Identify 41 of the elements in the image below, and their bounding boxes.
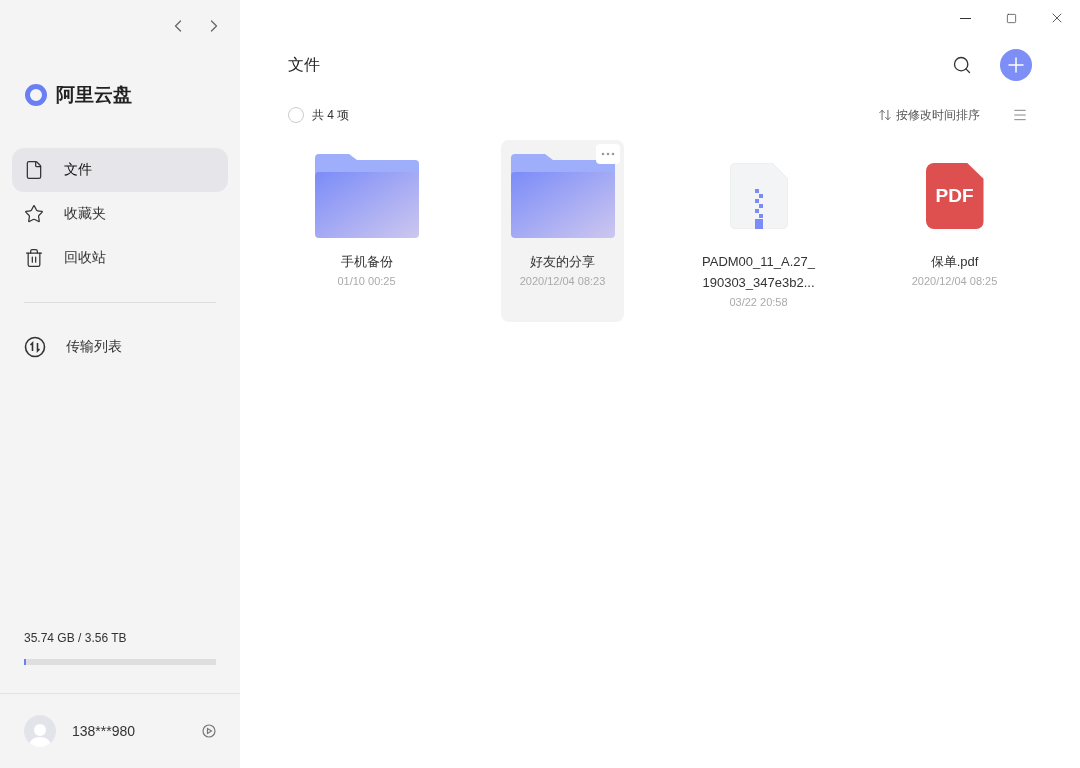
file-date: 2020/12/04 08:25 <box>911 274 998 289</box>
brand-name: 阿里云盘 <box>56 83 132 107</box>
play-circle-icon[interactable] <box>202 724 216 738</box>
file-date: 03/22 20:58 <box>729 295 788 310</box>
star-icon <box>24 203 44 224</box>
sidebar-item[interactable]: 回收站 <box>12 235 228 280</box>
page-title: 文件 <box>288 55 320 75</box>
file-date: 2020/12/04 08:23 <box>519 274 606 289</box>
folder-icon <box>510 154 615 238</box>
file-name: 保单.pdf <box>929 253 980 271</box>
file-item[interactable]: PDF 保单.pdf 2020/12/04 08:25 <box>893 140 1016 322</box>
file-name: PADM00_11_A.27_190303_347e3b2... <box>701 253 816 292</box>
storage-usage: 35.74 GB / 3.56 TB <box>24 630 128 647</box>
list-view-icon[interactable] <box>1012 107 1028 123</box>
item-count: 共 4 项 <box>312 107 350 124</box>
sort-button[interactable]: 按修改时间排序 <box>878 106 980 124</box>
sidebar-item[interactable]: 收藏夹 <box>12 191 228 236</box>
sidebar-item[interactable]: 传输列表 <box>12 324 228 369</box>
logo-icon <box>24 83 48 108</box>
file-date: 01/10 00:25 <box>337 274 396 289</box>
file-item[interactable]: PADM00_11_A.27_190303_347e3b2... 03/22 20:58 <box>697 140 820 322</box>
pdf-file-icon: PDF <box>925 163 984 229</box>
transfer-icon <box>24 335 46 358</box>
sort-icon <box>878 108 892 122</box>
file-name: 好友的分享 <box>529 253 596 271</box>
file-item[interactable]: 手机备份 01/10 00:25 <box>305 140 428 322</box>
maximize-icon <box>1005 12 1017 24</box>
search-icon[interactable] <box>952 55 972 75</box>
file-name: 手机备份 <box>339 253 394 271</box>
zip-file-icon <box>729 163 788 229</box>
person-silhouette-icon <box>29 721 51 747</box>
more-button[interactable] <box>596 144 620 164</box>
file-icon <box>24 159 44 180</box>
folder-icon <box>314 154 419 238</box>
minimize-icon <box>959 17 971 19</box>
file-item[interactable]: 好友的分享 2020/12/04 08:23 <box>501 140 624 322</box>
sidebar-item[interactable]: 文件 <box>12 147 228 192</box>
trash-icon <box>24 247 44 268</box>
more-icon <box>601 152 615 156</box>
user-name: 138***980 <box>72 721 137 741</box>
add-button[interactable] <box>1000 49 1032 81</box>
